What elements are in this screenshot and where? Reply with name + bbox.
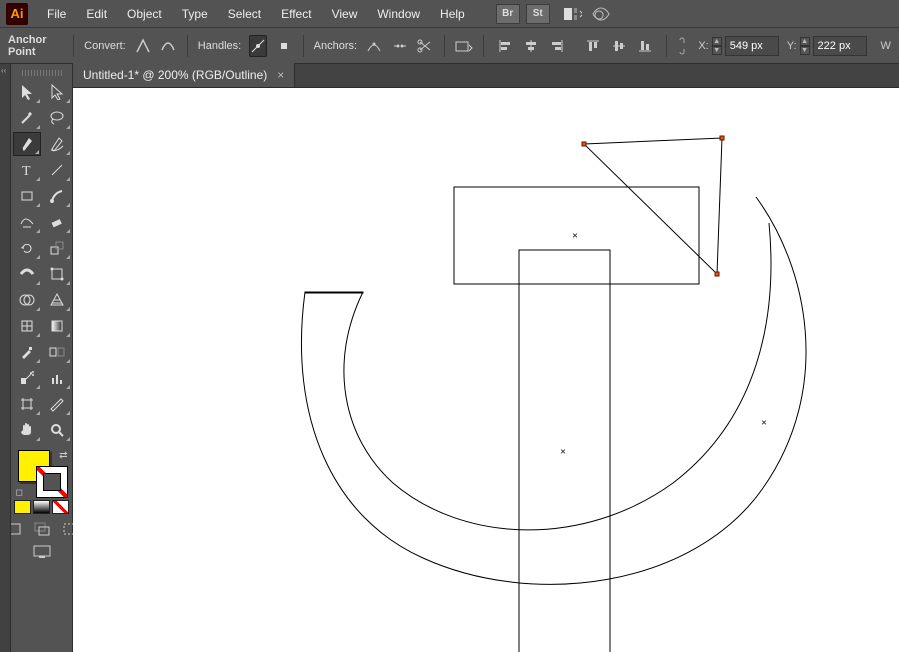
align-vcenter-icon[interactable] <box>608 35 630 57</box>
document-tab-title: Untitled-1* @ 200% (RGB/Outline) <box>83 68 267 82</box>
menu-window[interactable]: Window <box>368 3 429 25</box>
menu-effect[interactable]: Effect <box>272 3 320 25</box>
tool-gradient[interactable] <box>43 314 71 338</box>
screen-mode-icon[interactable] <box>28 542 56 562</box>
canvas[interactable]: × × × <box>73 88 899 652</box>
link-wh-icon[interactable] <box>676 37 688 55</box>
tool-eraser[interactable] <box>43 210 71 234</box>
app-logo: Ai <box>6 3 28 25</box>
tool-line[interactable] <box>43 158 71 182</box>
fill-stroke-swatches[interactable]: ⇄ ◻ <box>14 448 70 498</box>
y-label: Y: <box>787 40 797 52</box>
align-right-icon[interactable] <box>546 35 568 57</box>
w-label: W <box>881 40 891 52</box>
tool-perspective[interactable] <box>43 288 71 312</box>
menu-select[interactable]: Select <box>219 3 270 25</box>
artwork-outline <box>73 88 899 652</box>
tool-pen[interactable] <box>13 132 41 156</box>
menu-file[interactable]: File <box>38 3 75 25</box>
align-bottom-icon[interactable] <box>634 35 656 57</box>
anchor-point[interactable] <box>720 136 725 141</box>
document-tab[interactable]: Untitled-1* @ 200% (RGB/Outline) × <box>73 63 295 87</box>
bridge-button[interactable]: Br <box>496 4 520 24</box>
tool-type[interactable]: T <box>13 158 41 182</box>
anchors-label: Anchors: <box>314 40 357 52</box>
y-input[interactable] <box>813 36 867 56</box>
connect-anchors-icon[interactable] <box>391 35 409 57</box>
isolate-icon[interactable] <box>455 35 473 57</box>
tool-slice[interactable] <box>43 392 71 416</box>
stroke-swatch[interactable] <box>36 466 68 498</box>
document-tab-bar: Untitled-1* @ 200% (RGB/Outline) × <box>73 64 899 88</box>
remove-anchor-icon[interactable] <box>365 35 383 57</box>
swap-fill-stroke-icon[interactable]: ⇄ <box>59 450 67 461</box>
center-mark: × <box>572 231 578 242</box>
convert-corner-icon[interactable] <box>134 35 152 57</box>
workspace: ‹‹ T ⇄ ◻ Untitled-1* @ 200% (RGB/Outline… <box>0 64 899 652</box>
menu-object[interactable]: Object <box>118 3 171 25</box>
tool-free-transform[interactable] <box>43 262 71 286</box>
menu-help[interactable]: Help <box>431 3 474 25</box>
gpu-preview-icon[interactable] <box>590 5 612 23</box>
menu-type[interactable]: Type <box>173 3 217 25</box>
tool-rectangle[interactable] <box>13 184 41 208</box>
tool-selection[interactable] <box>13 80 41 104</box>
tool-shaper[interactable] <box>13 210 41 234</box>
tool-mesh[interactable] <box>13 314 41 338</box>
collapsed-dock[interactable]: ‹‹ <box>0 64 11 652</box>
x-spinner[interactable]: ▲▼ <box>712 37 722 55</box>
close-tab-icon[interactable]: × <box>277 68 284 82</box>
cut-path-icon[interactable] <box>416 35 434 57</box>
draw-behind-icon[interactable] <box>30 520 54 538</box>
align-hcenter-icon[interactable] <box>520 35 542 57</box>
handles-hide-icon[interactable] <box>275 35 293 57</box>
y-spinner[interactable]: ▲▼ <box>800 37 810 55</box>
tool-direct-selection[interactable] <box>43 80 71 104</box>
tool-lasso[interactable] <box>43 106 71 130</box>
convert-label: Convert: <box>84 40 126 52</box>
align-left-icon[interactable] <box>494 35 516 57</box>
arrange-documents-icon[interactable] <box>562 5 584 23</box>
x-input[interactable] <box>725 36 779 56</box>
tool-symbol-sprayer[interactable] <box>13 366 41 390</box>
handles-show-icon[interactable] <box>249 35 267 57</box>
control-bar: Anchor Point Convert: Handles: Anchors: … <box>0 28 899 64</box>
tool-column-graph[interactable] <box>43 366 71 390</box>
anchor-point[interactable] <box>715 272 720 277</box>
svg-text:T: T <box>22 164 31 177</box>
anchor-point[interactable] <box>582 142 587 147</box>
handles-label: Handles: <box>198 40 241 52</box>
tool-blend[interactable] <box>43 340 71 364</box>
color-mode-solid[interactable] <box>14 500 31 514</box>
menu-bar: Ai File Edit Object Type Select Effect V… <box>0 0 899 28</box>
tool-magic-wand[interactable] <box>13 106 41 130</box>
tool-eyedropper[interactable] <box>13 340 41 364</box>
color-mode-gradient[interactable] <box>33 500 50 514</box>
toolbox-grip[interactable] <box>22 70 62 76</box>
color-mode-none[interactable] <box>52 500 69 514</box>
align-group <box>494 35 656 57</box>
tool-artboard[interactable] <box>13 392 41 416</box>
convert-smooth-icon[interactable] <box>159 35 177 57</box>
center-mark: × <box>560 447 566 458</box>
tool-zoom[interactable] <box>43 418 71 442</box>
stock-button[interactable]: St <box>526 4 550 24</box>
toolbox: T ⇄ ◻ <box>11 64 73 652</box>
tool-paintbrush[interactable] <box>43 184 71 208</box>
default-fill-stroke-icon[interactable]: ◻ <box>16 487 23 498</box>
center-mark: × <box>761 418 767 429</box>
menu-edit[interactable]: Edit <box>77 3 116 25</box>
context-label: Anchor Point <box>8 34 63 58</box>
tool-shape-builder[interactable] <box>13 288 41 312</box>
x-label: X: <box>698 40 708 52</box>
align-top-icon[interactable] <box>582 35 604 57</box>
tool-hand[interactable] <box>13 418 41 442</box>
tool-scale[interactable] <box>43 236 71 260</box>
menu-view[interactable]: View <box>323 3 367 25</box>
tool-rotate[interactable] <box>13 236 41 260</box>
document-area: Untitled-1* @ 200% (RGB/Outline) × <box>73 64 899 652</box>
tool-curvature[interactable] <box>43 132 71 156</box>
tool-width[interactable] <box>13 262 41 286</box>
